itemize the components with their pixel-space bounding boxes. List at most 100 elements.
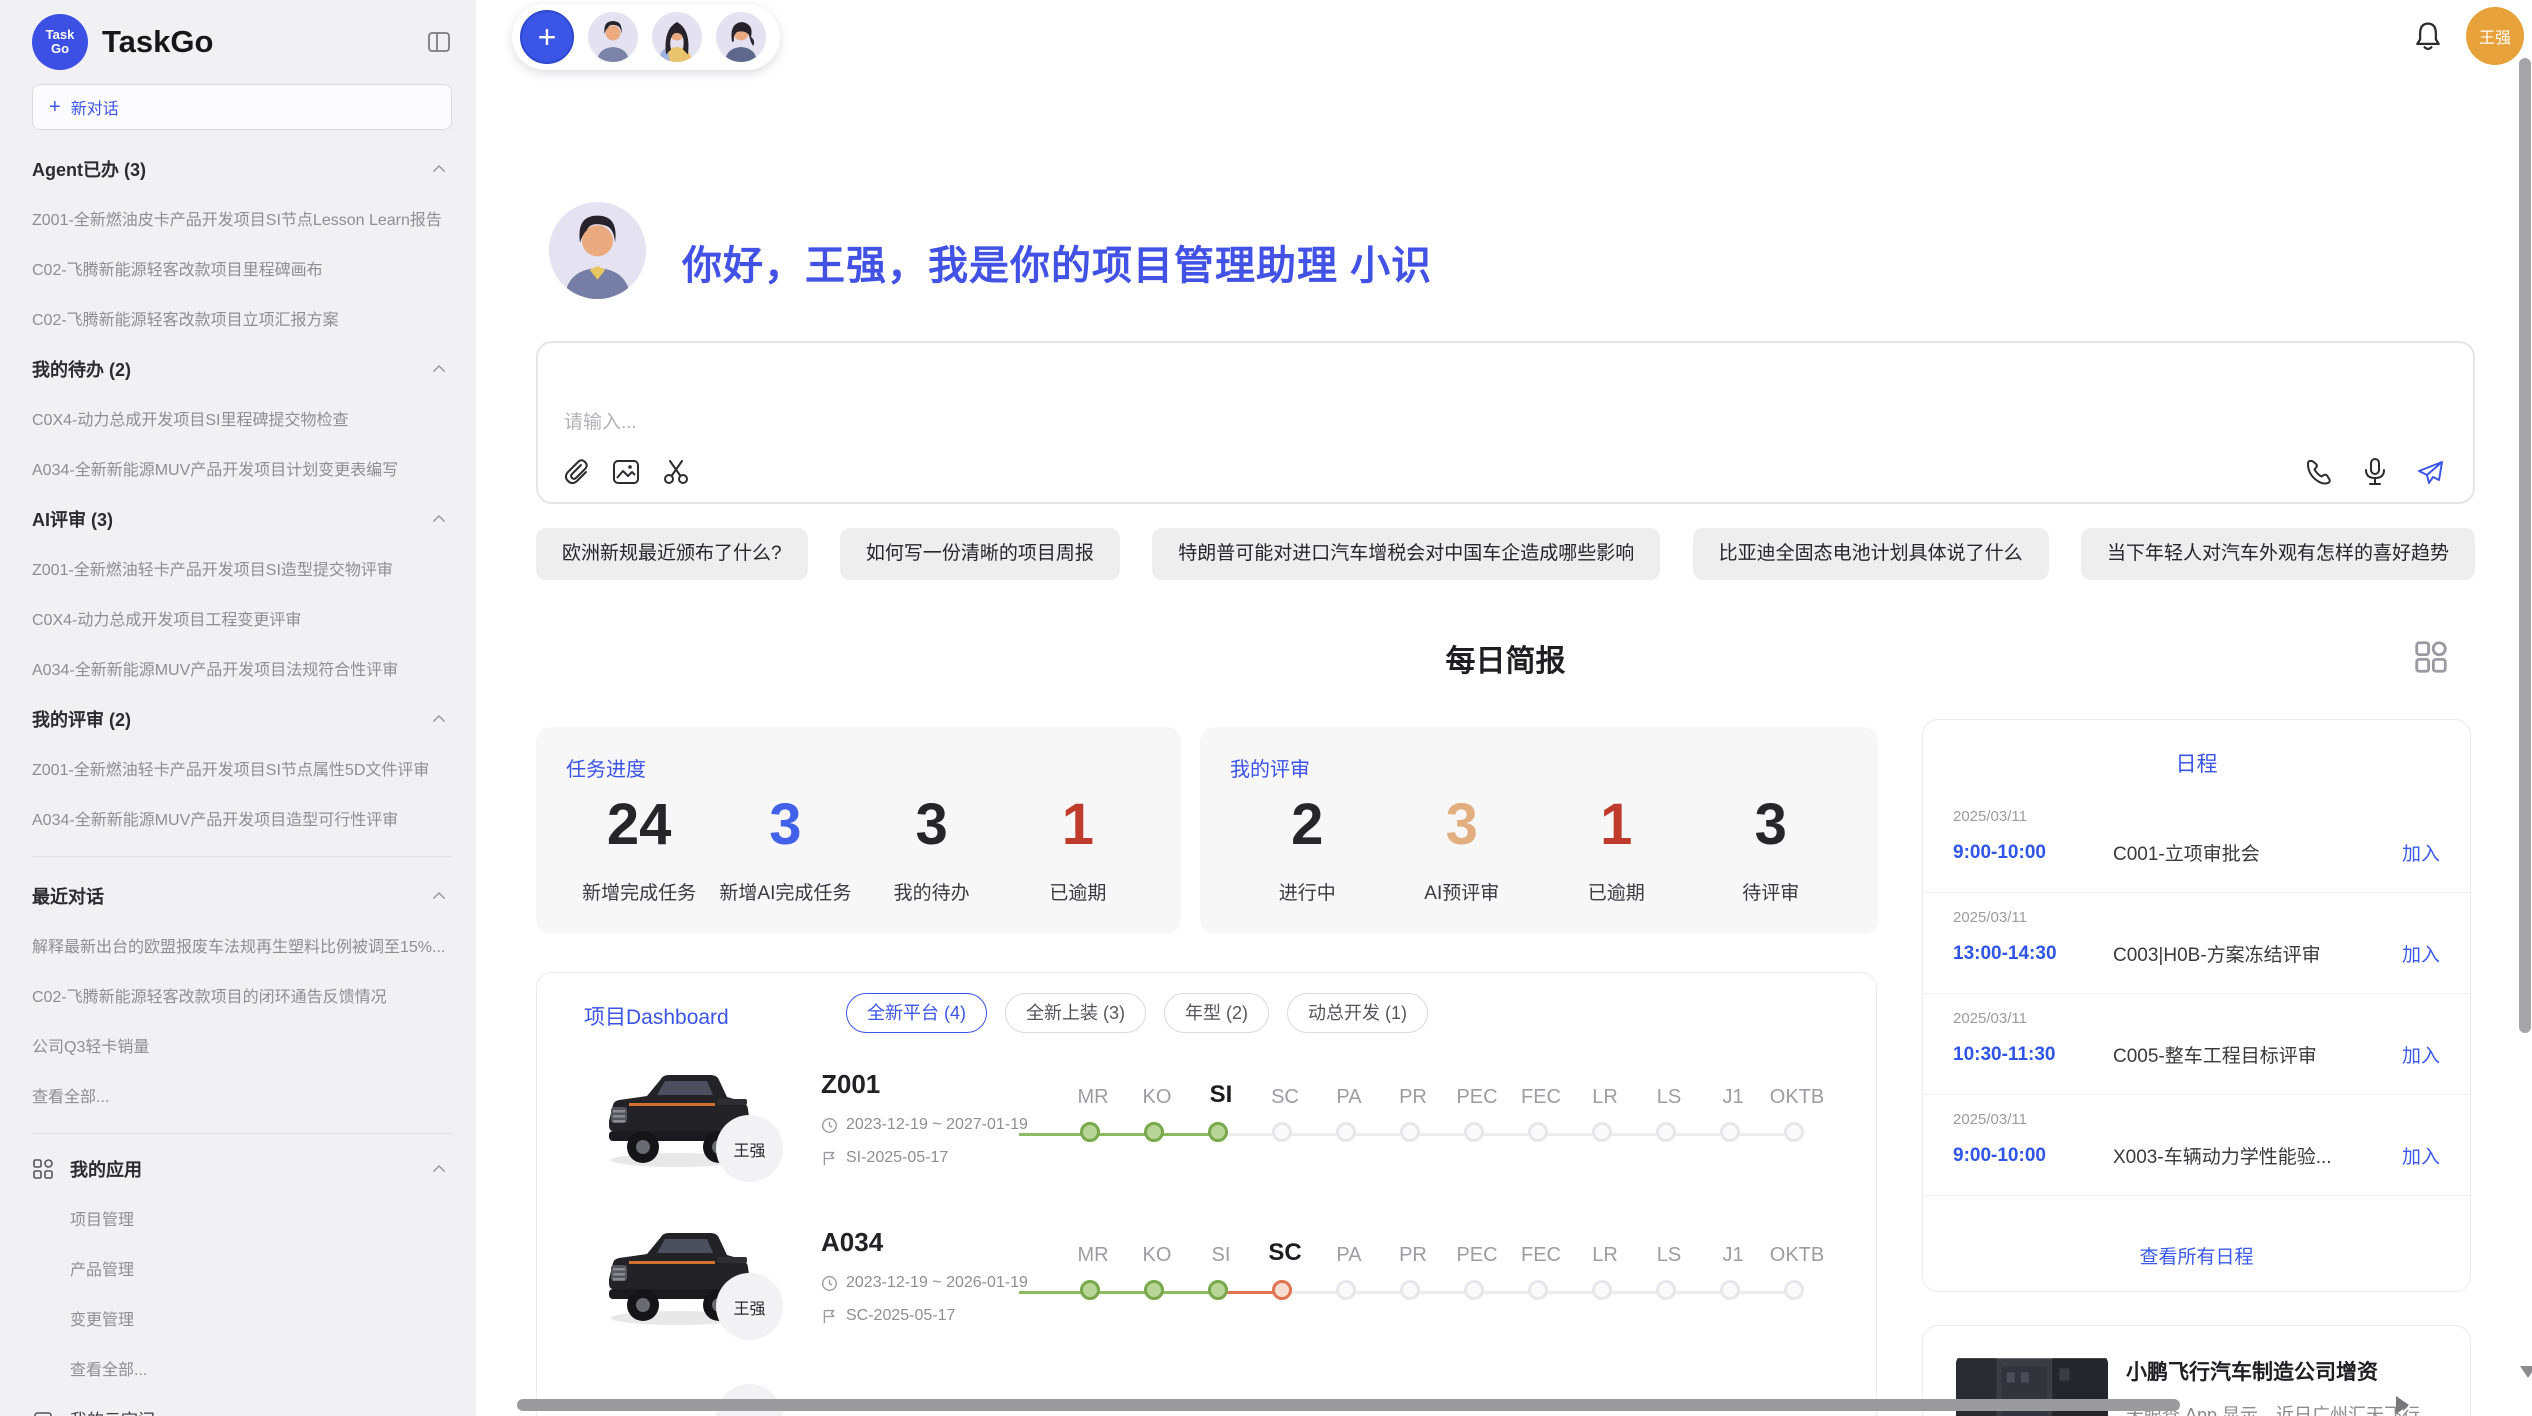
milestone-label: OKTB	[1765, 1244, 1829, 1267]
horizontal-scrollbar[interactable]	[517, 1399, 2180, 1411]
project-row[interactable]: 王强 A034 2023-12-19 ~ 2026-01-19 SC-2025-…	[537, 1217, 1876, 1375]
milestone-label: J1	[1701, 1086, 1765, 1109]
milestone-dot	[1144, 1122, 1164, 1142]
suggestion-chip[interactable]: 欧洲新规最近颁布了什么?	[536, 528, 808, 580]
milestone-label: PEC	[1445, 1086, 1509, 1109]
sidebar-task-item[interactable]: A034-全新新能源MUV产品开发项目造型可行性评审	[32, 806, 452, 830]
project-row[interactable]: 王强 Z001 2023-12-19 ~ 2027-01-19 SI-2025-…	[537, 1059, 1876, 1217]
dashboard-tab[interactable]: 动总开发 (1)	[1287, 993, 1428, 1033]
milestone-timeline: MRKOSISCPAPRPECFECLRLSJ1OKTB	[1061, 1237, 1829, 1307]
view-all-schedule-link[interactable]: 查看所有日程	[1923, 1242, 2470, 1269]
recent-conversation-item[interactable]: 解释最新出台的欧盟报废车法规再生塑料比例被调至15%...	[32, 933, 452, 957]
sidebar-task-item[interactable]: A034-全新新能源MUV产品开发项目计划变更表编写	[32, 456, 452, 480]
section-header[interactable]: AI评审 (3)	[32, 506, 452, 532]
flag-icon	[821, 1150, 838, 1167]
app-item[interactable]: 项目管理	[32, 1206, 452, 1230]
milestone-dot	[1528, 1122, 1548, 1142]
scroll-right-arrow[interactable]	[2396, 1396, 2409, 1414]
app-logo: Task Go	[32, 14, 88, 70]
layout-grid-icon[interactable]	[2412, 638, 2450, 676]
suggestion-chip[interactable]: 当下年轻人对汽车外观有怎样的喜好趋势	[2081, 528, 2475, 580]
chevron-up-icon[interactable]	[430, 160, 448, 178]
vertical-scrollbar[interactable]	[2519, 58, 2531, 1033]
dashboard-tab[interactable]: 年型 (2)	[1164, 993, 1269, 1033]
join-link[interactable]: 加入	[2402, 1142, 2440, 1169]
sidebar-task-item[interactable]: C0X4-动力总成开发项目工程变更评审	[32, 606, 452, 630]
recent-view-all[interactable]: 查看全部...	[32, 1083, 452, 1107]
avatar[interactable]	[588, 12, 638, 62]
section-header[interactable]: 我的评审 (2)	[32, 706, 452, 732]
sidebar-task-item[interactable]: C02-飞腾新能源轻客改款项目立项汇报方案	[32, 306, 452, 330]
notifications-bell-icon[interactable]	[2410, 18, 2446, 54]
stat-label: 新增AI完成任务	[712, 878, 858, 905]
sidebar-task-item[interactable]: C0X4-动力总成开发项目SI里程碑提交物检查	[32, 406, 452, 430]
task-progress-card: 任务进度 24新增完成任务3新增AI完成任务3我的待办1已逾期	[536, 727, 1181, 934]
suggestion-chip[interactable]: 比亚迪全固态电池计划具体说了什么	[1693, 528, 2049, 580]
schedule-card: 日程 2025/03/11 9:00-10:00 C001-立项审批会 加入 2…	[1922, 719, 2471, 1292]
recent-header[interactable]: 最近对话	[32, 883, 452, 909]
chevron-up-icon[interactable]	[430, 710, 448, 728]
attachment-icon[interactable]	[560, 456, 592, 488]
my-apps-header[interactable]: 我的应用	[32, 1156, 452, 1182]
sidebar-task-item[interactable]: Z001-全新燃油轻卡产品开发项目SI节点属性5D文件评审	[32, 756, 452, 780]
avatar[interactable]	[716, 12, 766, 62]
phone-icon[interactable]	[2303, 456, 2335, 488]
sidebar-task-item[interactable]: Z001-全新燃油皮卡产品开发项目SI节点Lesson Learn报告	[32, 206, 452, 230]
section-label: Agent已办 (3)	[32, 156, 146, 182]
image-icon[interactable]	[610, 456, 642, 488]
milestone-dot	[1336, 1122, 1356, 1142]
sidebar-item-cloud-space[interactable]: 我的云空间	[32, 1406, 452, 1416]
section-items: Z001-全新燃油轻卡产品开发项目SI节点属性5D文件评审 A034-全新新能源M…	[32, 756, 452, 830]
schedule-date: 2025/03/11	[1953, 1111, 2440, 1128]
send-icon[interactable]	[2415, 456, 2447, 488]
avatar[interactable]	[652, 12, 702, 62]
chevron-up-icon[interactable]	[430, 1160, 448, 1178]
project-flag-date: SI-2025-05-17	[821, 1149, 948, 1167]
app-item[interactable]: 变更管理	[32, 1306, 452, 1330]
cloud-space-icon	[32, 1408, 54, 1416]
stat-value: 1	[1005, 786, 1151, 864]
section-header[interactable]: Agent已办 (3)	[32, 156, 452, 182]
section-header[interactable]: 我的待办 (2)	[32, 356, 452, 382]
suggestion-chip[interactable]: 如何写一份清晰的项目周报	[840, 528, 1120, 580]
sidebar-task-item[interactable]: A034-全新新能源MUV产品开发项目法规符合性评审	[32, 656, 452, 680]
milestone-label: SI	[1189, 1244, 1253, 1267]
schedule-title: C003|H0B-方案冻结评审	[2113, 940, 2402, 967]
schedule-date: 2025/03/11	[1953, 808, 2440, 825]
chevron-up-icon[interactable]	[430, 360, 448, 378]
dashboard-tab[interactable]: 全新平台 (4)	[846, 993, 987, 1033]
divider	[32, 1133, 452, 1134]
stat-label: 我的待办	[859, 878, 1005, 905]
join-link[interactable]: 加入	[2402, 940, 2440, 967]
app-item[interactable]: 产品管理	[32, 1256, 452, 1280]
milestone-dot	[1080, 1280, 1100, 1300]
new-chat-button[interactable]: + 新对话	[32, 84, 452, 130]
join-link[interactable]: 加入	[2402, 1041, 2440, 1068]
chevron-up-icon[interactable]	[430, 887, 448, 905]
schedule-time: 9:00-10:00	[1953, 842, 2113, 864]
chevron-up-icon[interactable]	[430, 510, 448, 528]
user-avatar[interactable]: 王强	[2466, 7, 2524, 65]
recent-conversation-item[interactable]: 公司Q3轻卡销量	[32, 1033, 452, 1057]
join-link[interactable]: 加入	[2402, 839, 2440, 866]
scroll-down-arrow[interactable]	[2520, 1366, 2532, 1378]
sidebar-task-item[interactable]: Z001-全新燃油轻卡产品开发项目SI造型提交物评审	[32, 556, 452, 580]
chat-input[interactable]: 请输入...	[564, 407, 637, 434]
dashboard-tab[interactable]: 全新上装 (3)	[1005, 993, 1146, 1033]
stat-value: 3	[1694, 786, 1849, 864]
sidebar-section: Agent已办 (3) Z001-全新燃油皮卡产品开发项目SI节点Lesson …	[32, 156, 452, 330]
milestone-label: MR	[1061, 1244, 1125, 1267]
schedule-item: 2025/03/11 13:00-14:30 C003|H0B-方案冻结评审 加…	[1923, 893, 2470, 994]
microphone-icon[interactable]	[2359, 456, 2391, 488]
recent-conversation-item[interactable]: C02-飞腾新能源轻客改款项目的闭环通告反馈情况	[32, 983, 452, 1007]
recent-items: 解释最新出台的欧盟报废车法规再生塑料比例被调至15%... C02-飞腾新能源轻客…	[32, 933, 452, 1057]
sidebar-task-item[interactable]: C02-飞腾新能源轻客改款项目里程碑画布	[32, 256, 452, 280]
new-session-button[interactable]: +	[520, 10, 574, 64]
suggestion-chip[interactable]: 特朗普可能对进口汽车增税会对中国车企造成哪些影响	[1152, 528, 1660, 580]
stat-value: 2	[1230, 786, 1385, 864]
scissors-icon[interactable]	[660, 456, 692, 488]
collapse-sidebar-icon[interactable]	[426, 29, 452, 55]
app-item[interactable]: 查看全部...	[32, 1356, 452, 1380]
news-title: 小鹏飞行汽车制造公司增资	[2126, 1356, 2378, 1386]
milestone-dot	[1528, 1280, 1548, 1300]
